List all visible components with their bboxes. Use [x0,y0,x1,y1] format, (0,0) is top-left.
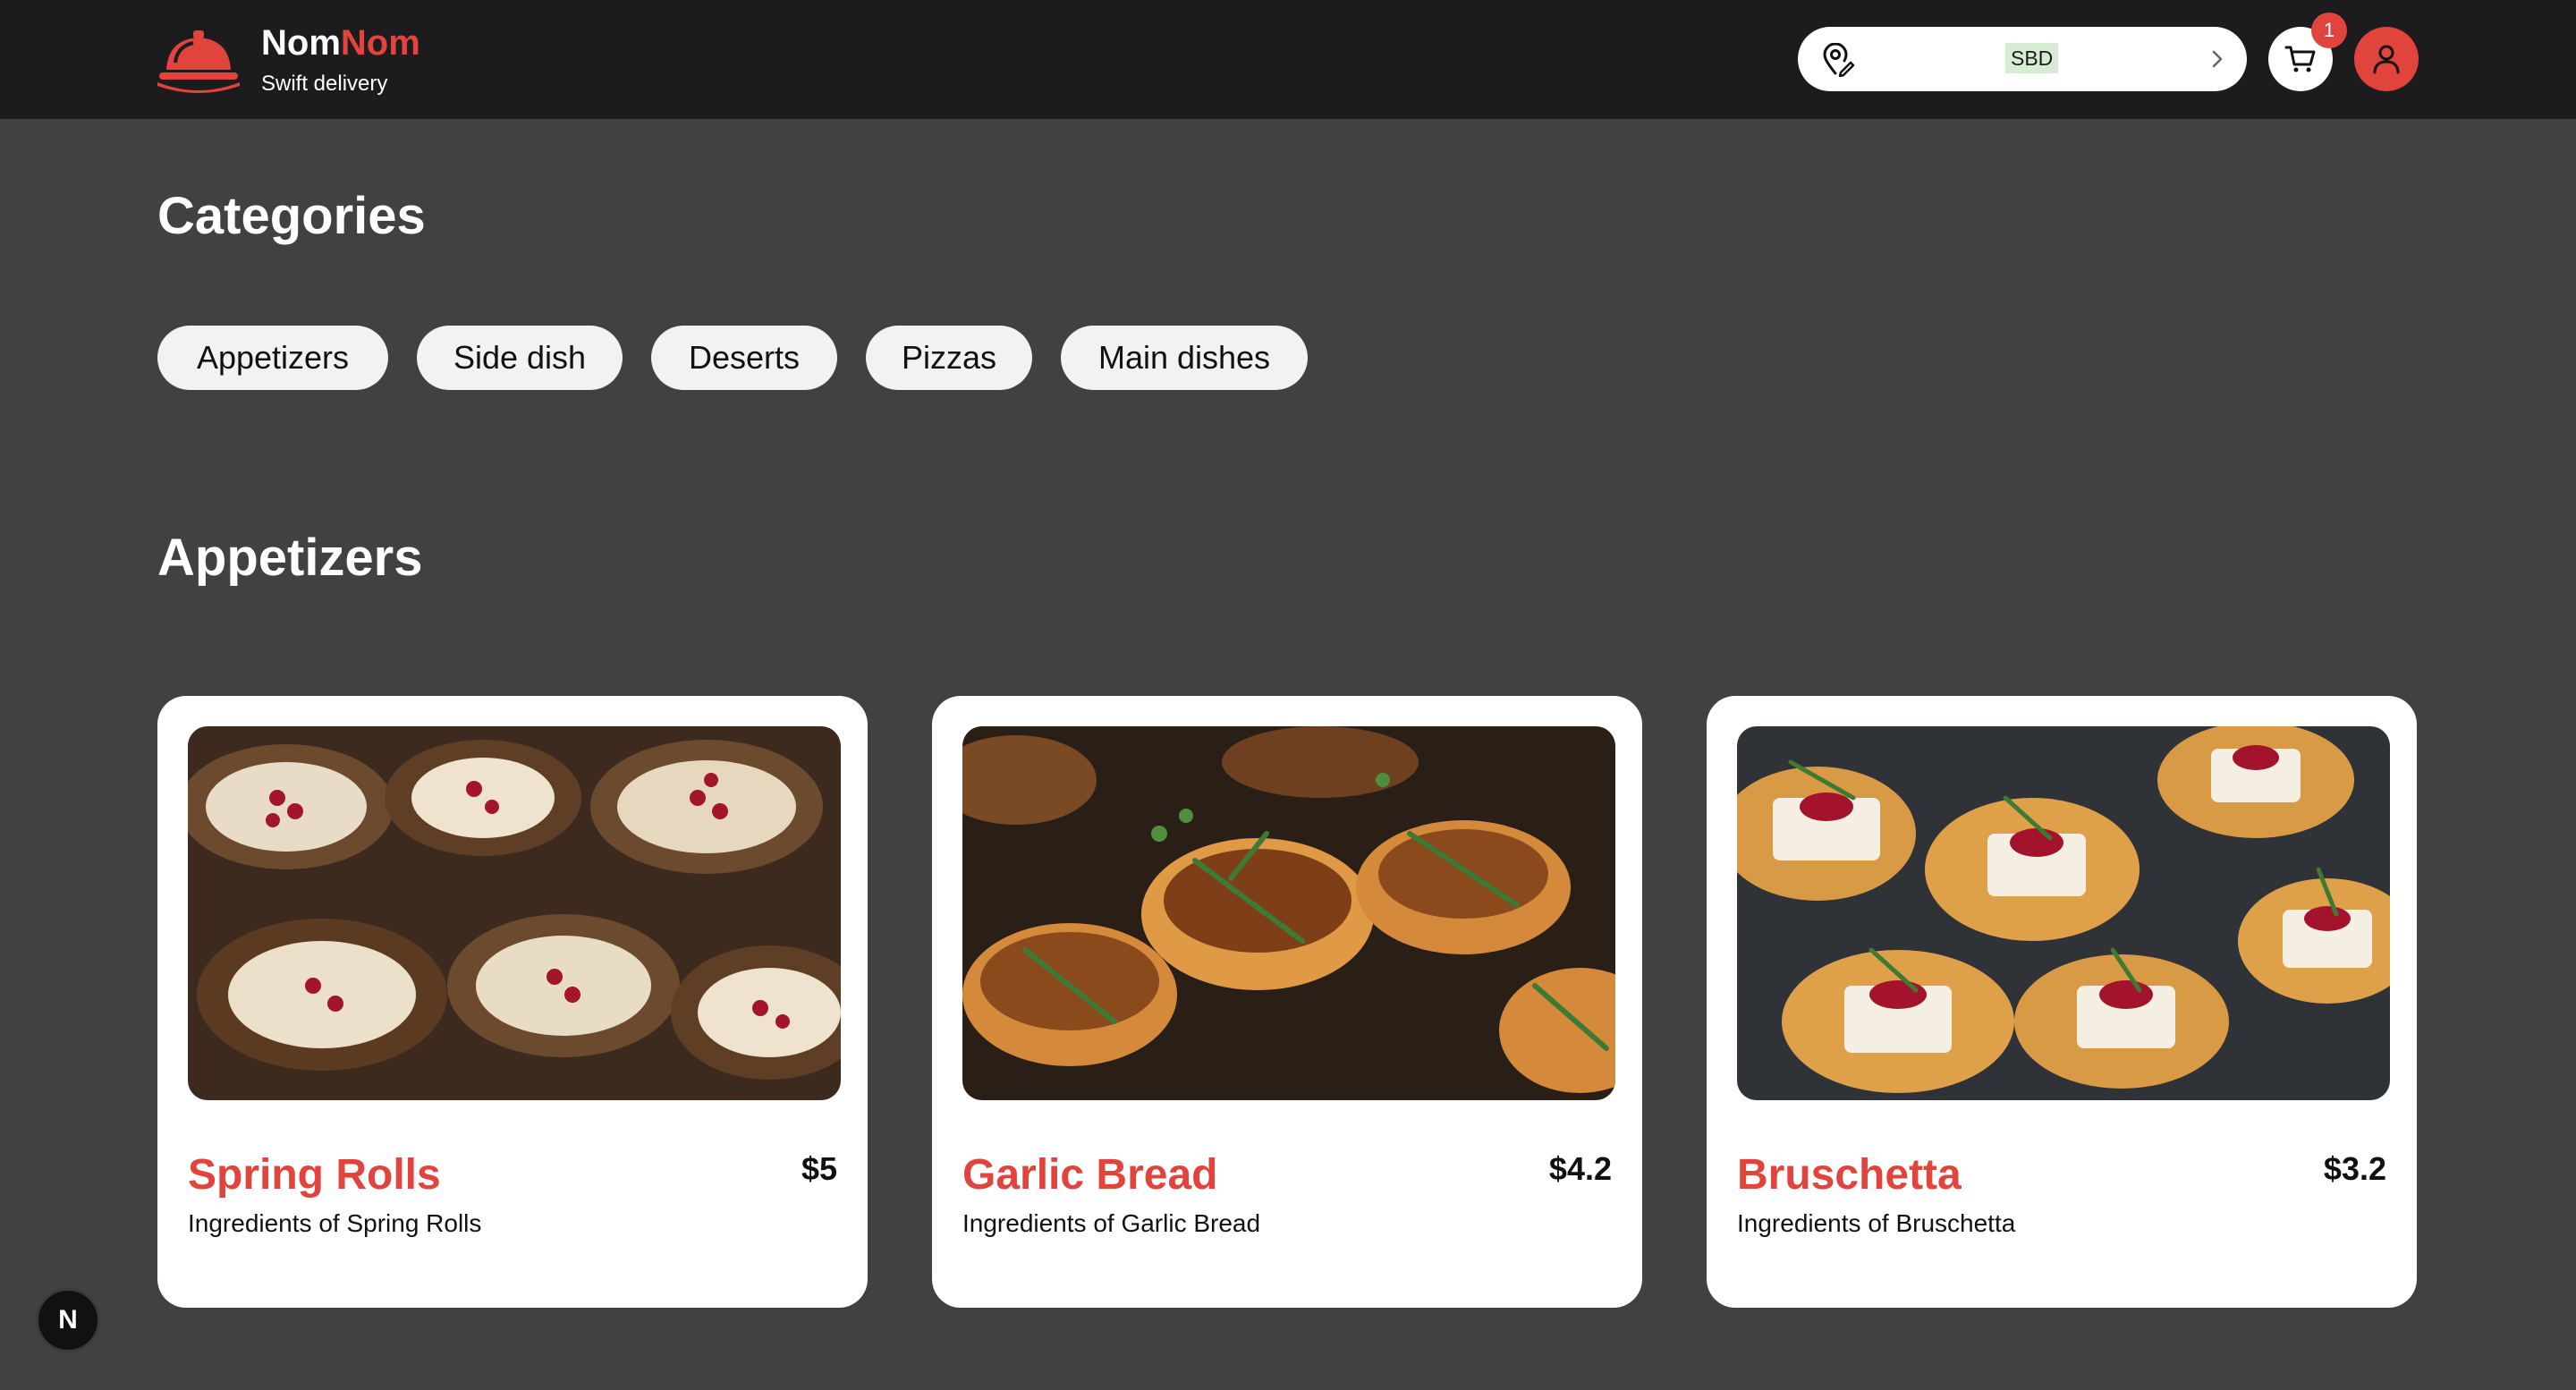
product-card[interactable]: Bruschetta $3.2 Ingredients of Bruschett… [1707,696,2417,1308]
cart-icon [2284,46,2316,72]
user-profile-button[interactable] [2354,27,2419,91]
product-ingredients: Ingredients of Spring Rolls [188,1209,482,1237]
category-chip-main-dishes[interactable]: Main dishes [1061,326,1308,390]
chevron-right-icon [2212,50,2223,68]
brand-tagline: Swift delivery [261,72,388,96]
brand-name[interactable]: NomNom [261,21,420,64]
product-name: Bruschetta [1737,1151,1962,1199]
dev-tools-button[interactable]: N [36,1288,100,1352]
product-ingredients: Ingredients of Garlic Bread [962,1209,1261,1237]
category-chip-appetizers[interactable]: Appetizers [157,326,388,390]
product-image[interactable] [1737,726,2390,1100]
currency-label: SBD [2005,43,2059,73]
product-card[interactable]: Garlic Bread $4.2 Ingredients of Garlic … [932,696,1642,1308]
product-image[interactable] [188,726,841,1100]
product-name: Spring Rolls [188,1151,441,1199]
category-chip-deserts[interactable]: Deserts [651,326,837,390]
cart-count-badge: 1 [2311,13,2347,48]
brand-name-second: Nom [340,23,420,63]
product-ingredients: Ingredients of Bruschetta [1737,1209,2016,1237]
product-image[interactable] [962,726,1615,1100]
product-card[interactable]: Spring Rolls $5 Ingredients of Spring Ro… [157,696,868,1308]
brand-name-first: Nom [261,23,341,63]
product-name: Garlic Bread [962,1151,1218,1199]
product-price: $4.2 [1548,1150,1612,1187]
top-navigation-bar: NomNom Swift delivery SBD 1 [0,0,2576,119]
categories-heading: Categories [157,187,426,245]
user-icon [2373,45,2400,74]
category-chip-pizzas[interactable]: Pizzas [866,326,1032,390]
cloche-logo-icon[interactable] [157,27,240,94]
product-price: $3.2 [2323,1150,2386,1187]
location-pin-icon [1823,43,1855,77]
product-price: $5 [801,1150,837,1187]
location-selector[interactable]: SBD [1798,27,2247,91]
appetizers-heading: Appetizers [157,529,423,587]
category-chip-side-dish[interactable]: Side dish [417,326,623,390]
